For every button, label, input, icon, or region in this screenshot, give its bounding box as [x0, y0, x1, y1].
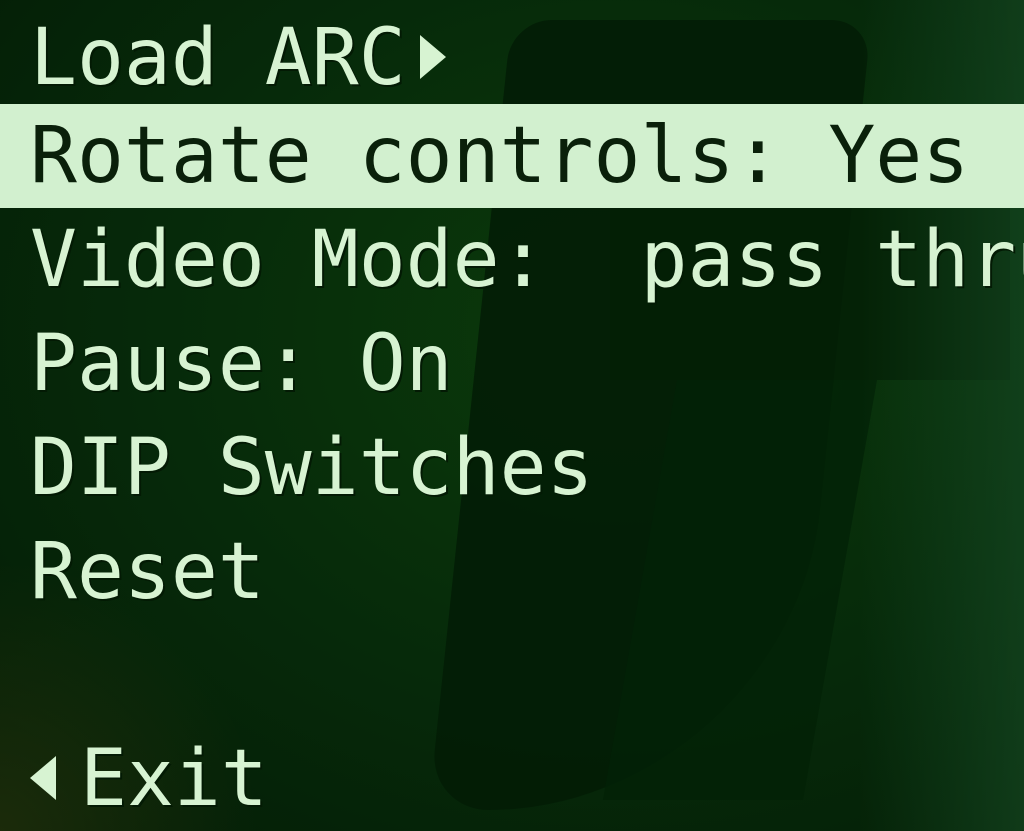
menu-item-dip-switches[interactable]: DIP Switches	[0, 416, 1024, 520]
menu-item-label: Video Mode: pass thru	[30, 215, 1024, 305]
osd-menu: Load ARC Rotate controls: Yes Video Mode…	[0, 0, 1024, 831]
menu-item-label: Load ARC	[30, 13, 406, 103]
menu-item-exit[interactable]: Exit	[0, 727, 1024, 831]
menu-item-reset[interactable]: Reset	[0, 520, 1024, 624]
menu-item-label: Pause: On	[30, 319, 453, 409]
menu-item-label: Rotate controls: Yes	[30, 111, 970, 201]
menu-item-load-arc[interactable]: Load ARC	[0, 6, 1024, 110]
menu-item-pause[interactable]: Pause: On	[0, 312, 1024, 416]
osd-screen: Load ARC Rotate controls: Yes Video Mode…	[0, 0, 1024, 831]
menu-item-label: Reset	[30, 527, 265, 617]
back-arrow-left-icon	[30, 755, 56, 800]
submenu-arrow-right-icon	[419, 34, 446, 79]
menu-item-label: Exit	[80, 734, 268, 824]
menu-item-label: DIP Switches	[30, 423, 594, 513]
menu-item-video-mode[interactable]: Video Mode: pass thru	[0, 208, 1024, 312]
menu-item-rotate-controls[interactable]: Rotate controls: Yes	[0, 104, 1024, 208]
